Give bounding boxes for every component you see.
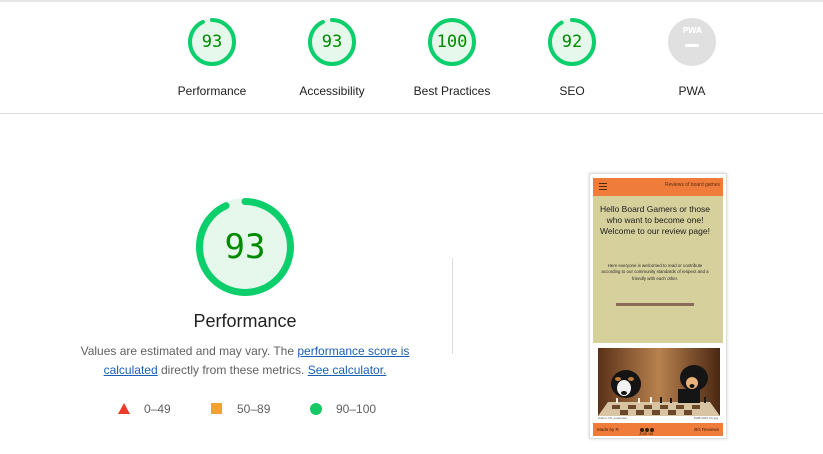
site-footer: Made by R Join us BG Reviews xyxy=(593,423,723,436)
performance-gauge: 93 xyxy=(196,198,294,296)
score-value: 93 xyxy=(201,32,223,52)
pwa-badge-icon: PWA xyxy=(668,18,716,66)
see-calculator-link[interactable]: See calculator. xyxy=(308,363,387,377)
score-ring: 100 xyxy=(428,18,476,66)
description-text: Values are estimated and may vary. The xyxy=(80,344,298,358)
score-ring: 93 xyxy=(308,18,356,66)
hamburger-menu-icon xyxy=(599,183,607,192)
performance-score: 93 xyxy=(224,227,266,267)
score-value: 100 xyxy=(436,32,468,52)
score-value: 92 xyxy=(561,32,583,52)
legend-range: 90–100 xyxy=(336,402,377,416)
footer-made-by: Made by R xyxy=(597,427,619,432)
category-label: Performance xyxy=(177,84,247,98)
footer-join: Join us xyxy=(639,427,654,436)
score-ring: 92 xyxy=(548,18,596,66)
hero-paragraph: Here everyone is welcomed to read or con… xyxy=(601,263,709,281)
gauge-pwa[interactable]: PWA PWA xyxy=(652,18,732,98)
image-caption: Author: Pit_superuser 1998-2023 CC.jpg xyxy=(598,416,720,421)
category-summary: 93 Performance 93 Accessibility 100 Best… xyxy=(0,2,823,114)
caption-credit: 1998-2023 CC.jpg xyxy=(693,416,718,420)
pwa-dash xyxy=(685,44,699,47)
footer-brand: BG Reviews xyxy=(694,427,719,432)
description-text-middle: directly from these metrics. xyxy=(157,363,308,377)
triangle-icon xyxy=(118,403,130,414)
pwa-badge-text: PWA xyxy=(682,26,702,35)
legend-range: 0–49 xyxy=(144,402,171,416)
hero-heading: Hello Board Gamers or those who want to … xyxy=(599,204,711,236)
performance-title: Performance xyxy=(193,311,297,331)
square-icon xyxy=(211,403,222,414)
category-label: Accessibility xyxy=(299,84,365,98)
score-value: 93 xyxy=(321,32,343,52)
gauge-seo[interactable]: 92 SEO xyxy=(532,18,612,98)
site-header: Reviews of board games xyxy=(593,178,723,196)
legend-range: 50–89 xyxy=(237,402,271,416)
category-label: PWA xyxy=(678,84,706,98)
site-title: Reviews of board games xyxy=(664,182,720,188)
gauge-accessibility[interactable]: 93 Accessibility xyxy=(292,18,372,98)
category-label: SEO xyxy=(559,84,585,98)
gauge-performance[interactable]: 93 Performance xyxy=(172,18,252,98)
hero-divider xyxy=(616,303,694,306)
caption-author: Author: Pit_superuser xyxy=(598,416,628,420)
category-label: Best Practices xyxy=(413,84,491,98)
circle-icon xyxy=(310,403,322,415)
score-ring: 93 xyxy=(188,18,236,66)
divider xyxy=(452,258,453,354)
footer-join-text: Join us xyxy=(639,431,654,436)
dogs-chess-image xyxy=(598,348,720,416)
performance-description: Values are estimated and may vary. The p… xyxy=(70,342,420,380)
gauge-best-practices[interactable]: 100 Best Practices xyxy=(412,18,492,98)
final-screenshot-thumbnail[interactable]: Reviews of board games Hello Board Gamer… xyxy=(589,173,727,439)
